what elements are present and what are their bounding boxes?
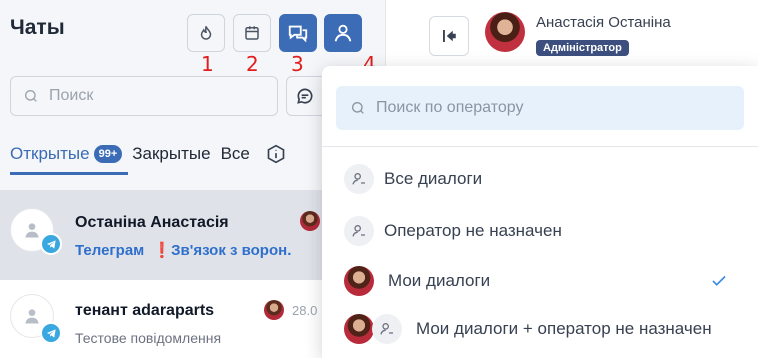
calendar-icon xyxy=(245,26,259,40)
filter-unassigned[interactable]: Оператор не назначен xyxy=(344,214,744,248)
chat-bubbles-icon xyxy=(288,25,308,43)
collapse-panel-button[interactable] xyxy=(429,16,469,56)
chat-search-input[interactable]: Поиск xyxy=(10,76,278,116)
chat-date: 28.0 xyxy=(292,303,318,318)
tab-all[interactable]: Все xyxy=(221,144,250,164)
tab-closed-label: Закрытые xyxy=(132,144,211,163)
info-icon[interactable] xyxy=(266,144,286,164)
operator-icon xyxy=(344,164,374,194)
annotation-3: 3 xyxy=(291,52,304,76)
annotation-1: 1 xyxy=(201,52,214,76)
operator-icon xyxy=(344,216,374,246)
annotation-2: 2 xyxy=(246,52,259,76)
calendar-button[interactable] xyxy=(233,14,271,52)
arrow-left-bar-icon xyxy=(443,30,456,42)
dialogs-button[interactable] xyxy=(279,14,317,52)
search-placeholder: Поиск xyxy=(49,87,94,104)
tab-closed[interactable]: Закрытые xyxy=(132,144,210,164)
tab-open-label: Открытые xyxy=(10,144,90,163)
user-name: Анастасія Останіна xyxy=(536,14,671,31)
chat-tabs: Открытые 99+ Закрытые Все xyxy=(10,144,286,164)
filter-all-dialogs[interactable]: Все диалоги xyxy=(344,162,744,196)
telegram-icon xyxy=(40,233,62,255)
user-placeholder-icon xyxy=(25,309,39,324)
item-label: Мои диалоги + оператор не назначен xyxy=(416,319,712,338)
operator-icon xyxy=(372,314,402,344)
avatar xyxy=(344,266,374,296)
filter-my-dialogs[interactable]: Мои диалоги xyxy=(344,264,744,298)
page-title: Чаты xyxy=(10,16,65,39)
avatar xyxy=(485,12,525,52)
assigned-operator-avatar xyxy=(264,300,284,320)
alert-icon: ❗ xyxy=(152,242,172,259)
assigned-operator-avatar xyxy=(300,211,320,231)
tab-open[interactable]: Открытые 99+ xyxy=(10,144,123,164)
chat-preview: Телеграм ❗Зв'язок з ворон. xyxy=(75,241,291,259)
chat-name: тенант adaraparts xyxy=(75,302,215,319)
operator-filter-dropdown: Поиск по оператору Все диалоги Оператор … xyxy=(322,66,758,358)
user-placeholder-icon xyxy=(25,223,39,238)
operator-search-placeholder: Поиск по оператору xyxy=(376,99,524,116)
item-label: Все диалоги xyxy=(384,169,483,188)
role-badge: Адміністратор xyxy=(536,40,629,56)
operator-icon xyxy=(334,24,352,42)
filter-my-and-unassigned[interactable]: Мои диалоги + оператор не назначен xyxy=(344,312,744,346)
message-icon xyxy=(297,88,313,104)
telegram-icon xyxy=(40,322,62,344)
divider xyxy=(322,146,758,147)
active-tab-underline xyxy=(10,172,128,175)
search-icon xyxy=(352,102,364,114)
avatar xyxy=(344,314,374,344)
preview-text: Зв'язок з ворон. xyxy=(171,242,292,259)
item-label: Мои диалоги xyxy=(388,271,491,290)
open-count-badge: 99+ xyxy=(93,145,123,163)
channel-label: Телеграм xyxy=(75,242,145,259)
item-label: Оператор не назначен xyxy=(384,221,562,240)
flame-icon xyxy=(200,25,212,40)
operator-filter-button[interactable] xyxy=(324,14,362,52)
search-icon xyxy=(25,90,37,102)
chat-preview: Тестове повідомлення xyxy=(75,330,222,346)
tab-all-label: Все xyxy=(220,144,250,163)
chat-name: Останіна Анастасія xyxy=(75,214,229,231)
check-icon xyxy=(712,275,726,286)
hot-filter-button[interactable] xyxy=(187,14,225,52)
operator-search-input[interactable]: Поиск по оператору xyxy=(336,86,744,130)
